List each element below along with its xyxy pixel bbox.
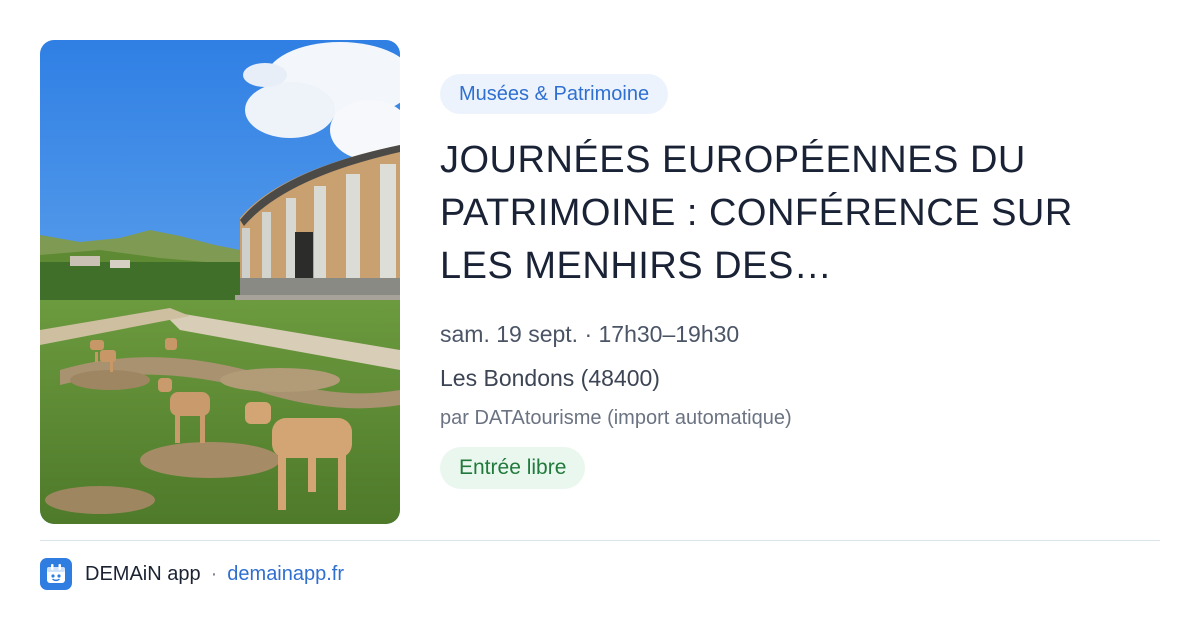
app-name: DEMAiN app — [85, 562, 201, 585]
event-photo[interactable] — [40, 40, 400, 524]
event-details: Musées & Patrimoine JOURNÉES EUROPÉENNES… — [440, 74, 1160, 489]
app-url-link[interactable]: demainapp.fr — [227, 563, 344, 586]
demain-app-icon[interactable] — [40, 558, 72, 590]
footer-separator: · — [210, 562, 218, 585]
category-badge[interactable]: Musées & Patrimoine — [440, 74, 669, 114]
price-badge: Entrée libre — [440, 447, 586, 489]
footer: DEMAiN app · demainapp.fr — [40, 558, 344, 590]
event-source: par DATAtourisme (import automatique) — [440, 407, 792, 429]
event-location: Les Bondons (48400) — [440, 365, 660, 391]
footer-divider — [40, 540, 1160, 541]
event-title[interactable]: JOURNÉES EUROPÉENNES DU PATRIMOINE : CON… — [440, 134, 1140, 293]
event-datetime: sam. 19 sept. · 17h30–19h30 — [440, 321, 740, 347]
